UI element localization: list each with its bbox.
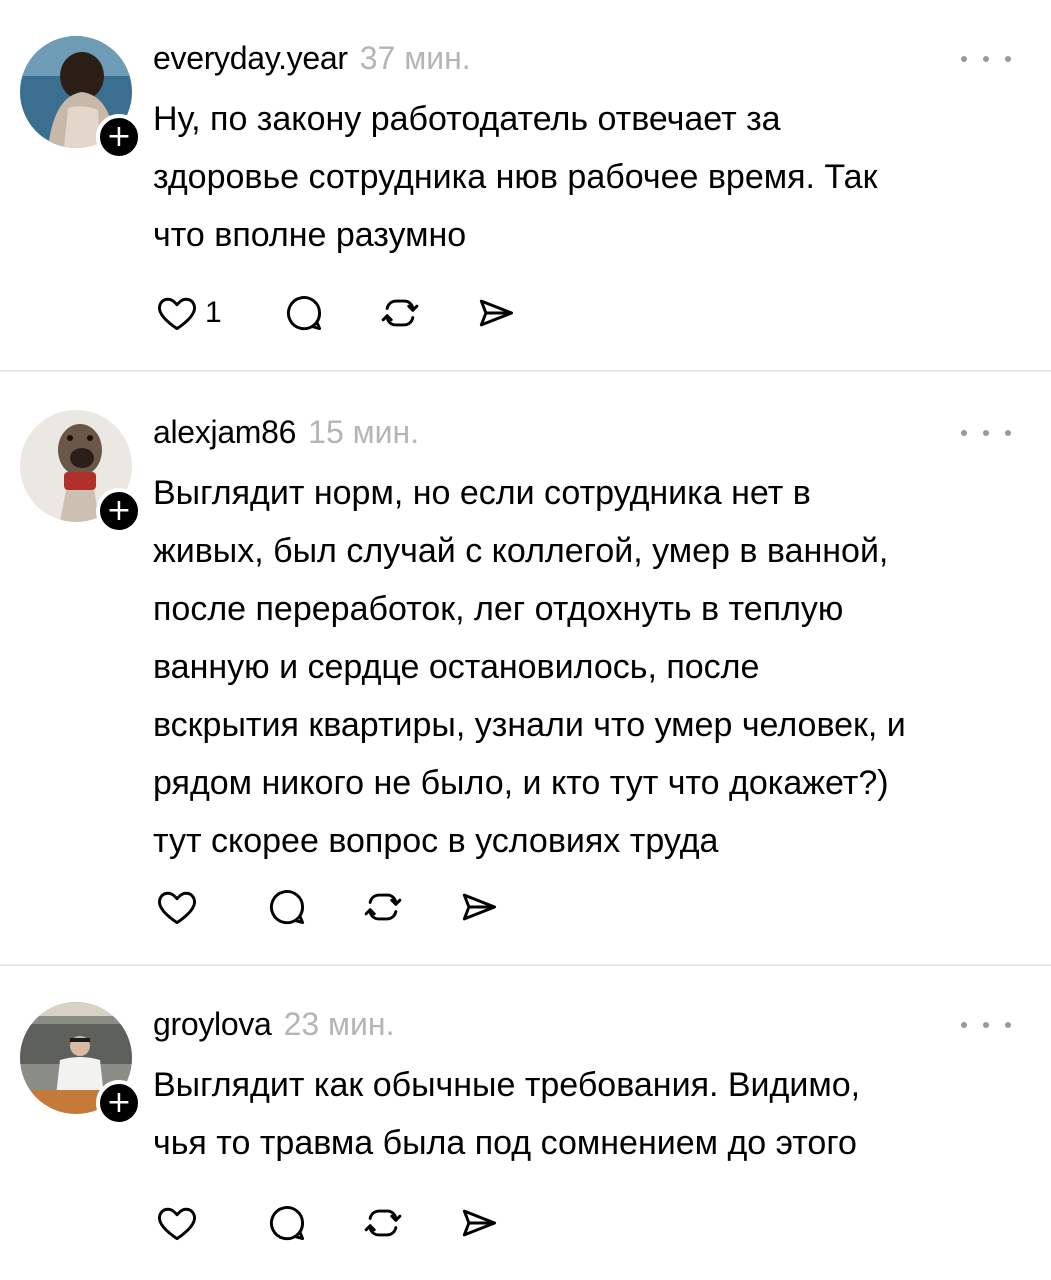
repost-button[interactable] xyxy=(361,885,405,929)
repost-button[interactable] xyxy=(378,291,422,335)
username[interactable]: alexjam86 xyxy=(153,414,296,451)
more-options-button[interactable] xyxy=(961,1010,1011,1040)
like-button[interactable] xyxy=(155,1201,205,1245)
more-horizontal-icon xyxy=(961,430,967,436)
follow-button[interactable]: + xyxy=(96,488,142,534)
avatar[interactable]: + xyxy=(20,410,142,534)
comment-icon xyxy=(269,890,305,925)
repost-icon xyxy=(381,299,419,327)
like-button[interactable] xyxy=(155,885,205,929)
more-horizontal-icon xyxy=(961,1022,967,1028)
username[interactable]: groylova xyxy=(153,1006,272,1043)
heart-icon xyxy=(158,891,196,925)
follow-button[interactable]: + xyxy=(96,1080,142,1126)
share-button[interactable] xyxy=(457,885,501,929)
more-options-button[interactable] xyxy=(961,418,1011,448)
comment-icon xyxy=(269,1206,305,1241)
plus-icon: + xyxy=(106,493,132,528)
like-button[interactable]: 1 xyxy=(155,291,222,335)
comment-text: Выглядит норм, но если сотрудника нет в … xyxy=(153,474,906,860)
comment-icon xyxy=(286,296,321,331)
timestamp: 37 мин. xyxy=(359,40,471,76)
like-count: 1 xyxy=(205,296,222,329)
send-icon xyxy=(479,299,513,327)
reply-button[interactable] xyxy=(282,291,326,335)
divider xyxy=(0,370,1051,372)
send-icon xyxy=(462,893,497,921)
reply-button[interactable] xyxy=(265,885,309,929)
repost-icon xyxy=(364,1209,402,1237)
reply-button[interactable] xyxy=(265,1201,309,1245)
avatar[interactable]: + xyxy=(20,36,142,160)
divider xyxy=(0,964,1051,966)
comment-text: Выглядит как обычные требования. Видимо,… xyxy=(153,1066,861,1162)
share-button[interactable] xyxy=(457,1201,501,1245)
more-options-button[interactable] xyxy=(961,44,1011,74)
plus-icon: + xyxy=(106,1085,132,1120)
send-icon xyxy=(462,1209,497,1237)
heart-icon xyxy=(158,1207,196,1241)
heart-icon xyxy=(158,297,196,331)
repost-button[interactable] xyxy=(361,1201,405,1245)
more-horizontal-icon xyxy=(961,56,967,62)
avatar[interactable]: + xyxy=(20,1002,142,1126)
timestamp: 15 мин. xyxy=(308,414,420,450)
repost-icon xyxy=(364,893,402,921)
timestamp: 23 мин. xyxy=(283,1006,395,1042)
plus-icon: + xyxy=(106,119,132,154)
follow-button[interactable]: + xyxy=(96,114,142,160)
username[interactable]: everyday.year xyxy=(153,40,348,77)
share-button[interactable] xyxy=(474,291,518,335)
comment-text: Ну, по закону работодатель отвечает за з… xyxy=(153,100,878,254)
